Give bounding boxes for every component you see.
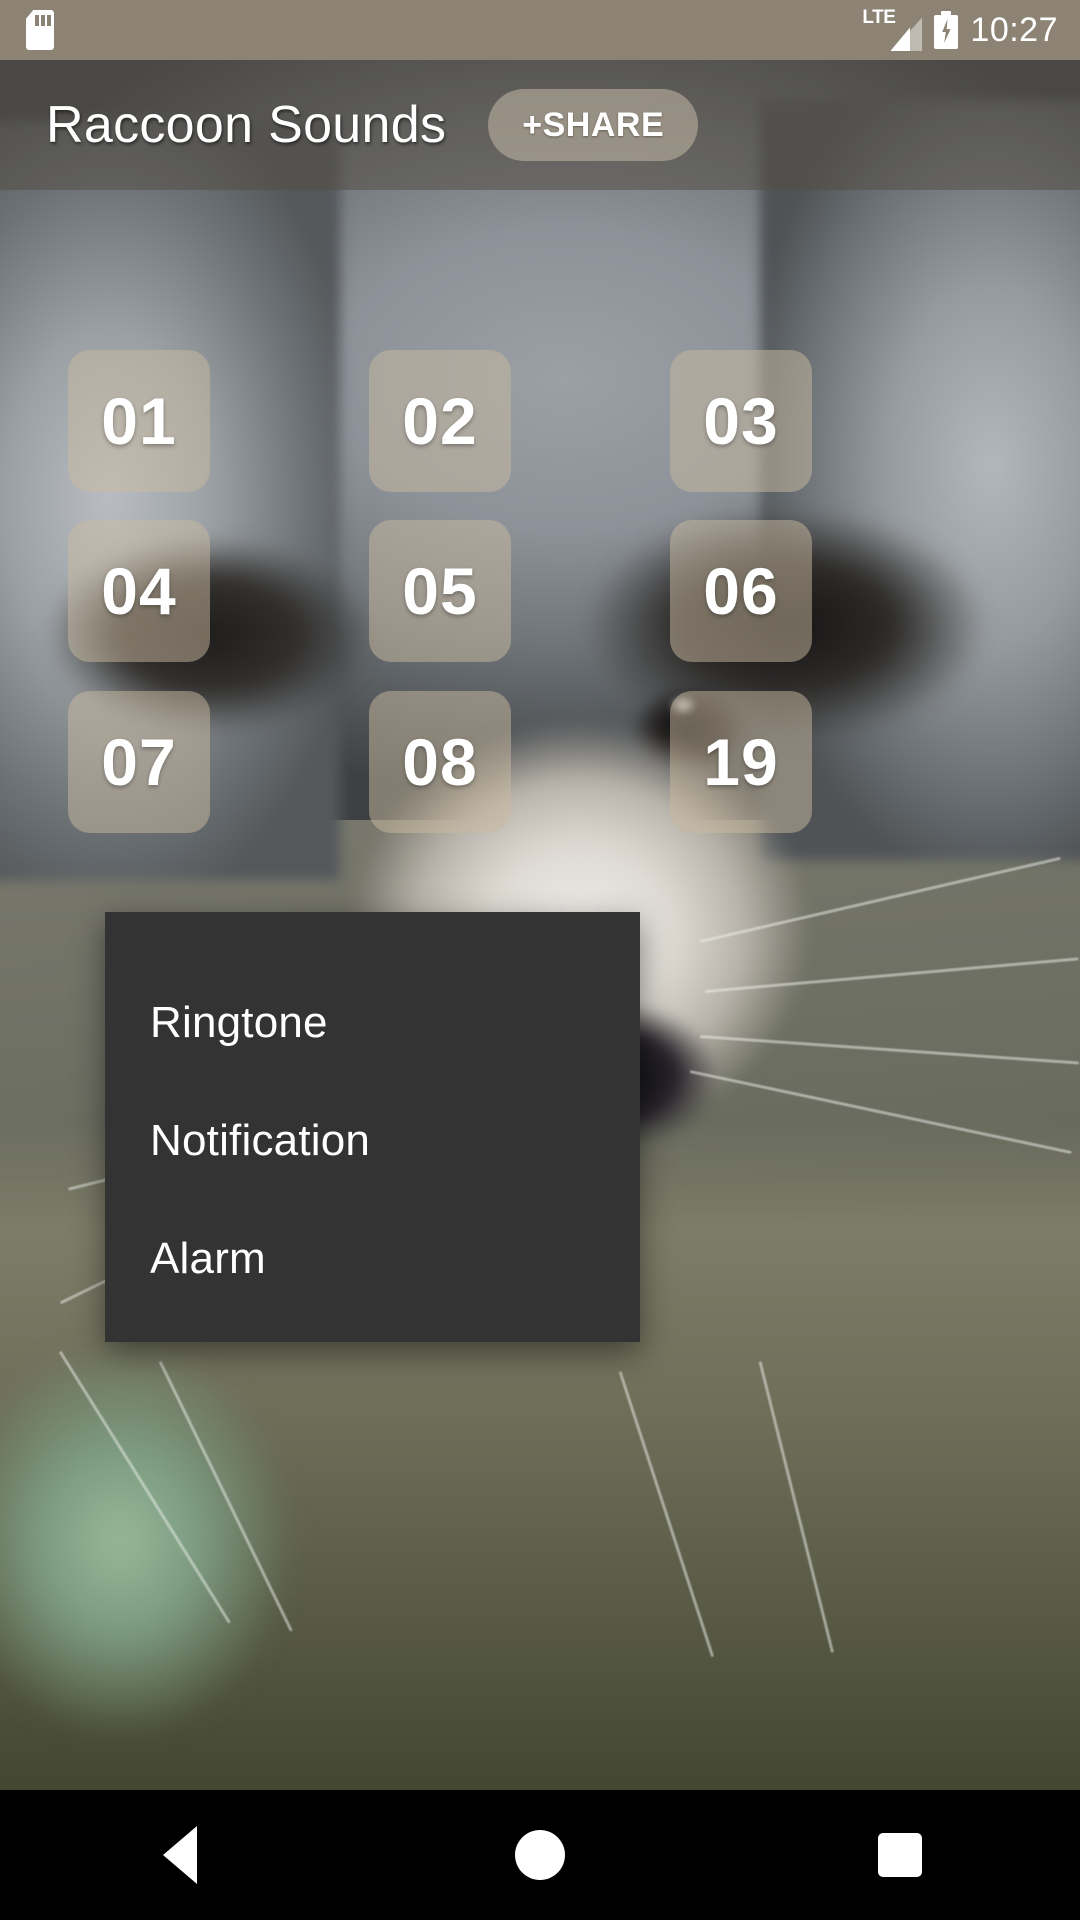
sound-tile-label: 03 bbox=[703, 384, 779, 458]
app-bar: Raccoon Sounds +SHARE bbox=[0, 60, 1080, 190]
network-type-label: LTE bbox=[862, 7, 896, 28]
nav-home-button[interactable] bbox=[465, 1790, 615, 1920]
nav-back-button[interactable] bbox=[105, 1790, 255, 1920]
status-bar: LTE 10:27 bbox=[0, 0, 1080, 60]
back-triangle-icon bbox=[163, 1826, 197, 1884]
recents-square-icon bbox=[878, 1833, 922, 1877]
sound-tile[interactable]: 01 bbox=[68, 350, 210, 492]
sd-card-icon bbox=[26, 10, 54, 50]
home-circle-icon bbox=[515, 1830, 565, 1880]
dialog-item-label: Ringtone bbox=[150, 998, 328, 1047]
share-button-label: +SHARE bbox=[522, 105, 665, 144]
sound-tile[interactable]: 02 bbox=[369, 350, 511, 492]
status-clock: 10:27 bbox=[970, 11, 1058, 49]
sound-tile-label: 05 bbox=[402, 554, 478, 628]
sound-tile[interactable]: 19 bbox=[670, 691, 812, 833]
sound-tile-label: 08 bbox=[402, 725, 478, 799]
sound-tile[interactable]: 08 bbox=[369, 691, 511, 833]
sound-tile[interactable]: 05 bbox=[369, 520, 511, 662]
dialog-item-label: Notification bbox=[150, 1116, 371, 1165]
dialog-item-alarm[interactable]: Alarm bbox=[105, 1200, 640, 1318]
share-button[interactable]: +SHARE bbox=[488, 89, 699, 161]
signal-bars-icon: LTE bbox=[862, 7, 923, 51]
status-indicators: LTE 10:27 bbox=[862, 7, 1058, 51]
sound-tile[interactable]: 04 bbox=[68, 520, 210, 662]
sound-tile-label: 01 bbox=[101, 384, 177, 458]
battery-charging-icon bbox=[934, 11, 959, 49]
page-title: Raccoon Sounds bbox=[46, 96, 447, 154]
sound-tile-label: 07 bbox=[101, 725, 177, 799]
nav-recents-button[interactable] bbox=[825, 1790, 975, 1920]
sound-tile[interactable]: 07 bbox=[68, 691, 210, 833]
sound-tile[interactable]: 06 bbox=[670, 520, 812, 662]
dialog-item-ringtone[interactable]: Ringtone bbox=[105, 964, 640, 1082]
sound-tile-label: 04 bbox=[101, 554, 177, 628]
dialog-item-notification[interactable]: Notification bbox=[105, 1082, 640, 1200]
set-as-dialog: Ringtone Notification Alarm bbox=[105, 912, 640, 1342]
sound-tile-label: 06 bbox=[703, 554, 779, 628]
dialog-item-label: Alarm bbox=[150, 1234, 266, 1283]
sound-tile[interactable]: 03 bbox=[670, 350, 812, 492]
sound-tile-label: 19 bbox=[703, 725, 779, 799]
sound-tile-label: 02 bbox=[402, 384, 478, 458]
phone-screen: LTE 10:27 Raccoon Sounds +SHARE 01 02 03 04… bbox=[0, 0, 1080, 1920]
system-navigation-bar bbox=[0, 1790, 1080, 1920]
